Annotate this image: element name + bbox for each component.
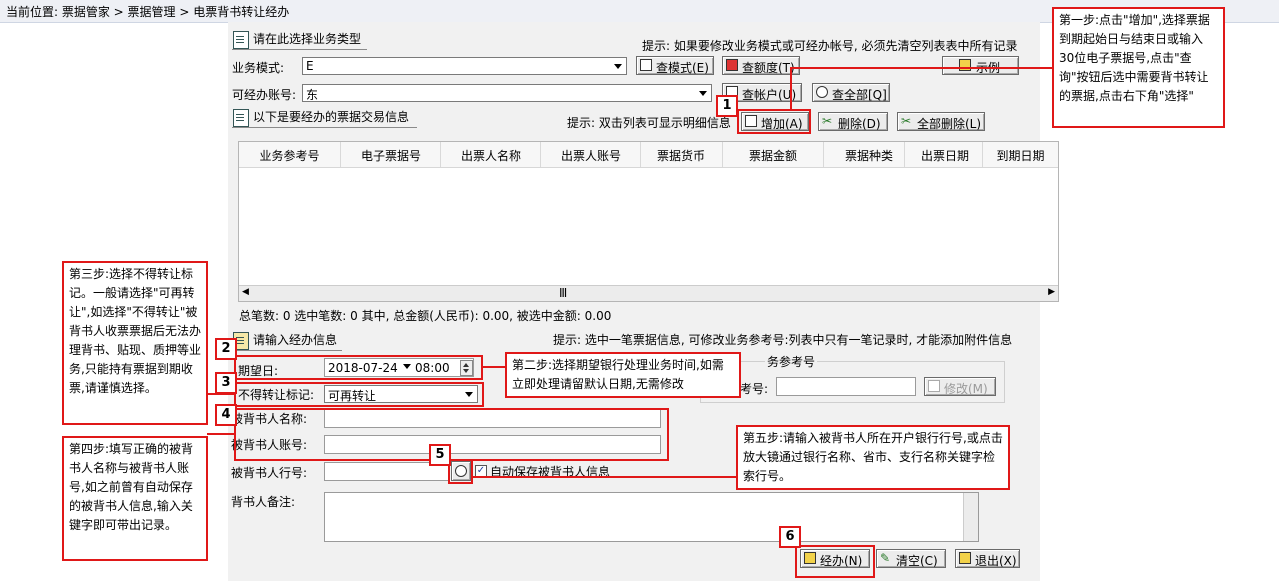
- reference-field[interactable]: [776, 377, 916, 396]
- summary-text: 总笔数: 0 选中笔数: 0 其中, 总金额(人民币): 0.00, 被选中金额…: [239, 309, 612, 323]
- search-icon: [816, 86, 828, 98]
- clear-button[interactable]: ✎ 清空(C): [876, 549, 946, 568]
- step2-note: 第二步:选择期望银行处理业务时间,如需立即处理请留默认日期,无需修改: [505, 352, 741, 398]
- folder-icon: [959, 59, 971, 71]
- column-header[interactable]: 电子票据号: [341, 147, 441, 164]
- exit-icon: [959, 552, 971, 564]
- query-mode-button[interactable]: 查模式(E): [636, 56, 714, 75]
- remark-textarea[interactable]: [324, 492, 979, 542]
- document-icon: [233, 108, 249, 127]
- scroll-thumb[interactable]: Ⅲ: [559, 286, 567, 300]
- column-header[interactable]: 业务参考号: [247, 147, 332, 164]
- reference-group-label: 务参考号: [765, 353, 818, 370]
- step-number: 6: [779, 526, 801, 548]
- account-select[interactable]: 东: [302, 84, 712, 102]
- horizontal-scrollbar[interactable]: ◀ Ⅲ ▶: [239, 285, 1058, 301]
- example-button[interactable]: 示例: [942, 56, 1019, 75]
- step-number: 2: [215, 338, 237, 360]
- reference-field-label: 考号:: [740, 382, 769, 396]
- delete-all-button[interactable]: ✂ 全部删除(L): [897, 112, 985, 131]
- ticket-hint: 提示: 双击列表可显示明细信息: [567, 116, 731, 130]
- mode-label: 业务模式:: [232, 61, 285, 75]
- step4-note: 第四步:填写正确的被背书人名称与被背书人账号,如之前曾有自动保存的被背书人信息,…: [62, 436, 208, 561]
- connector-line: [790, 67, 792, 109]
- mode-select[interactable]: E: [302, 57, 627, 75]
- handle-heading: 请输入经办信息: [233, 331, 337, 350]
- scroll-right-icon[interactable]: ▶: [1048, 287, 1055, 297]
- ticket-table[interactable]: 业务参考号 电子票据号 出票人名称 出票人账号 票据货币 票据金额 票据种类 出…: [238, 141, 1059, 302]
- cut-icon: ✂: [901, 114, 912, 128]
- divider: [232, 49, 367, 50]
- connector-line: [473, 476, 736, 478]
- endorsee-bank-label: 被背书人行号:: [231, 466, 308, 480]
- ticket-heading: 以下是要经办的票据交易信息: [233, 108, 409, 127]
- highlight-nontransfer: [234, 382, 484, 407]
- divider: [232, 127, 417, 128]
- step-number: 4: [215, 404, 237, 426]
- query-quota-button[interactable]: 查额度(T): [722, 56, 800, 75]
- chevron-down-icon: [699, 91, 707, 96]
- delete-button[interactable]: ✂ 删除(D): [818, 112, 888, 131]
- highlight-date: [234, 355, 483, 380]
- column-header[interactable]: 出票日期: [905, 147, 985, 164]
- highlight-endorsee: [234, 408, 669, 461]
- quota-icon: [726, 59, 738, 71]
- column-header[interactable]: 出票人账号: [541, 147, 641, 164]
- step3-note: 第三步:选择不得转让标记。一般请选择"可再转让",如选择"不得转让"被背书人收票…: [62, 261, 208, 425]
- cut-icon: ✂: [822, 114, 833, 128]
- broom-icon: ✎: [880, 551, 891, 565]
- connector-line: [483, 366, 505, 368]
- grid-icon: [640, 59, 652, 71]
- divider: [232, 350, 342, 351]
- table-header: 业务参考号 电子票据号 出票人名称 出票人账号 票据货币 票据金额 票据种类 出…: [239, 142, 1058, 168]
- column-header[interactable]: 出票人名称: [441, 147, 541, 164]
- remark-label: 背书人备注:: [231, 495, 296, 509]
- document-icon: [233, 30, 249, 49]
- business-type-hint: 提示: 如果要修改业务模式或可经办帐号, 必须先清空列表表中所有记录: [642, 39, 1018, 53]
- connector-line: [207, 393, 234, 395]
- highlight-magnifier: [448, 459, 473, 484]
- column-header[interactable]: 到期日期: [983, 147, 1058, 164]
- chevron-down-icon: [614, 64, 622, 69]
- edit-icon: [928, 380, 940, 392]
- breadcrumb: 当前位置: 票据管家 > 票据管理 > 电票背书转让经办: [6, 5, 290, 19]
- step1-note: 第一步:点击"增加",选择票据到期起始日与结束日或输入30位电子票据号,点击"查…: [1052, 7, 1225, 128]
- account-label: 可经办账号:: [232, 88, 297, 102]
- step5-note: 第五步:请输入被背书人所在开户银行行号,或点击放大镜通过银行名称、省市、支行名称…: [736, 425, 1010, 490]
- query-all-button[interactable]: 查全部[Q]: [812, 83, 890, 102]
- column-header[interactable]: 票据货币: [641, 147, 721, 164]
- step-number: 3: [215, 372, 237, 394]
- business-type-heading: 请在此选择业务类型: [233, 30, 361, 49]
- scroll-left-icon[interactable]: ◀: [242, 287, 249, 297]
- modify-button[interactable]: 修改(M): [924, 377, 996, 396]
- step-number: 5: [429, 444, 451, 466]
- step-number: 1: [716, 95, 738, 117]
- column-header[interactable]: 票据金额: [723, 147, 823, 164]
- highlight-add: [737, 109, 811, 134]
- exit-button[interactable]: 退出(X): [955, 549, 1020, 568]
- column-header[interactable]: 票据种类: [824, 147, 914, 164]
- connector-line: [790, 67, 1053, 69]
- vertical-scrollbar[interactable]: [963, 493, 978, 541]
- highlight-handle: [795, 545, 875, 578]
- connector-line: [207, 433, 234, 435]
- handle-hint: 提示: 选中一笔票据信息, 可修改业务参考号:列表中只有一笔记录时, 才能添加附…: [553, 333, 1013, 347]
